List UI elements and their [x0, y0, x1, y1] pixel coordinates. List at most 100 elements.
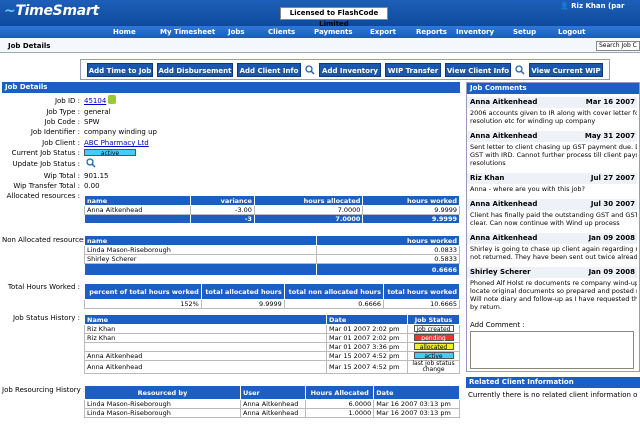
add-comment-textarea[interactable] [470, 331, 634, 369]
menu-clients[interactable]: Clients [268, 28, 295, 36]
add-client-info-button[interactable]: Add Client Info [237, 63, 301, 77]
add-inventory-button[interactable]: Add Inventory [319, 63, 381, 77]
comment-item: Anna Aitkenhead Jul 30 2007 Client has fi… [467, 199, 637, 228]
swirl-icon: ~ [4, 3, 16, 19]
job-client-link[interactable]: ABC Pharmacy Ltd [84, 139, 149, 147]
job-comments-header: Job Comments [467, 83, 639, 94]
cell: 0.5833 [315, 254, 461, 264]
cell: Mar 16 2007 03:13 pm [373, 408, 460, 418]
add-comment-label: Add Comment : [470, 321, 525, 329]
cell: 152% [84, 299, 202, 309]
status-history-table: Name Date Job Status Riz Khan Mar 01 2007 2… [84, 314, 460, 374]
cell: Mar 01 2007 2:02 pm [326, 324, 408, 334]
col-header: Name [84, 314, 327, 325]
comment-author: Anna Aitkenhead [470, 234, 538, 242]
col-header: Job Status [407, 314, 460, 325]
status-badge: active [413, 352, 454, 360]
col-header: name [83, 195, 192, 206]
col-header: Hours Allocated [305, 385, 375, 400]
cell: Linda Mason-Riseborough [84, 399, 241, 409]
comment-text: clear. Can now continue with Wind up pro… [470, 219, 620, 227]
cell: 7.0000 [253, 205, 364, 215]
col-header: Resourced by [84, 385, 241, 400]
menu-payments[interactable]: Payments [314, 28, 353, 36]
cell: Riz Khan [84, 324, 327, 334]
view-client-info-button[interactable]: View Client Info [445, 63, 511, 77]
wip-total-value: 901.15 [84, 172, 109, 180]
table-row: Riz Khan Mar 01 2007 2:02 pm job created [84, 324, 460, 334]
job-details-header: Job Details [2, 82, 460, 93]
comment-text: Client has finally paid the outstanding … [470, 211, 637, 219]
comment-text: Anna - where are you with this job? [470, 185, 585, 193]
table-row: Anna Aitkenhead Mar 15 2007 4:52 pm active [84, 351, 460, 361]
menu-home[interactable]: Home [113, 28, 136, 36]
search-input[interactable]: Search Job C [596, 41, 640, 51]
add-time-button[interactable]: Add Time to Job [87, 63, 153, 77]
cell: 0.0833 [315, 245, 461, 255]
comment-date: Jul 30 2007 [590, 200, 635, 208]
job-comments-panel: Job Comments Anna Aitkenhead Mar 16 2007 … [466, 82, 640, 372]
wip-transfer-button[interactable]: WIP Transfer [385, 63, 441, 77]
menu-logout[interactable]: Logout [558, 28, 585, 36]
view-current-wip-button[interactable]: View Current WIP [529, 63, 603, 77]
search-icon[interactable] [86, 158, 96, 168]
update-status-label: Update Job Status : [12, 160, 80, 168]
add-disbursement-button[interactable]: Add Disbursement [157, 63, 233, 77]
current-status-label: Current Job Status : [11, 149, 80, 157]
comment-author: Anna Aitkenhead [470, 98, 538, 106]
comment-author: Anna Aitkenhead [470, 132, 538, 140]
col-header: Date [326, 314, 408, 325]
cell: 9.9999 [362, 205, 460, 215]
job-id-label: Job ID : [54, 97, 80, 105]
cell: Mar 15 2007 4:52 pm [326, 360, 408, 374]
table-row: Anna Aitkenhead -3.00 7.0000 9.9999 [83, 205, 460, 215]
comment-text: resolutions [470, 159, 506, 167]
search-icon[interactable] [515, 65, 525, 75]
license-banner: Licensed to FlashCode Limited [280, 7, 388, 28]
comment-text: by return. [470, 303, 502, 311]
comment-author: Anna Aitkenhead [470, 200, 538, 208]
resourcing-history-table: Resourced by User Hours Allocated Date Lind… [84, 385, 460, 418]
col-header: total hours worked [383, 283, 460, 300]
cell: 0.6666 [283, 299, 385, 309]
comment-text: resolution etc for winding up company [470, 117, 596, 125]
menu-reports[interactable]: Reports [416, 28, 447, 36]
comment-author: Shirley Scherer [470, 268, 531, 276]
comment-date: May 31 2007 [584, 132, 635, 140]
timesmart-logo[interactable]: ~TimeSmart [4, 3, 99, 19]
comment-text: GST with IRD. Cannot further process til… [470, 151, 637, 159]
comment-text: Sent letter to client chasing up GST pay… [470, 143, 637, 151]
total-row: -3 7.0000 9.9999 [83, 214, 460, 224]
comment-item: Anna Aitkenhead Jan 09 2008 Shirley is go… [467, 233, 637, 262]
comment-date: Jul 27 2007 [590, 174, 635, 182]
total-row: 0.6666 [84, 263, 461, 276]
cell: 6.0000 [305, 399, 375, 409]
cell: last job status change [407, 360, 460, 374]
job-type-value: general [84, 108, 111, 116]
cell [84, 342, 327, 352]
page-title: Job Details [8, 42, 51, 50]
status-badge: job created [413, 325, 454, 333]
menu-my-timesheet[interactable]: My Timesheet [160, 28, 215, 36]
menu-inventory[interactable]: Inventory [456, 28, 494, 36]
user-label[interactable]: 👤 Riz Khan (par [560, 2, 624, 10]
job-id-link[interactable]: 45104 [84, 97, 106, 105]
table-row: Linda Mason-Riseborough Anna Aitkenhead 1.… [84, 408, 460, 418]
page-header: Job Details Search Job C [0, 38, 640, 53]
user-icon: 👤 [560, 2, 572, 10]
col-header: hours worked [315, 235, 461, 246]
table-row: Mar 01 2007 3:36 pm allocated [84, 342, 460, 352]
status-badge: active [84, 149, 136, 157]
total-hours-label: Total Hours Worked : [7, 283, 80, 291]
cell: Riz Khan [84, 333, 327, 343]
cell: Anna Aitkenhead [239, 399, 307, 409]
table-row: Anna Aitkenhead Mar 15 2007 4:52 pm last j… [84, 360, 460, 374]
job-identifier-label: Job Identifier : [30, 128, 80, 136]
menu-setup[interactable]: Setup [513, 28, 536, 36]
cell: Linda Mason-Riseborough [84, 408, 241, 418]
menu-jobs[interactable]: Jobs [228, 28, 245, 36]
table-row: Linda Mason-Riseborough Anna Aitkenhead 6.… [84, 399, 460, 409]
search-icon[interactable] [305, 65, 315, 75]
cell: -3.00 [190, 205, 255, 215]
menu-export[interactable]: Export [370, 28, 396, 36]
